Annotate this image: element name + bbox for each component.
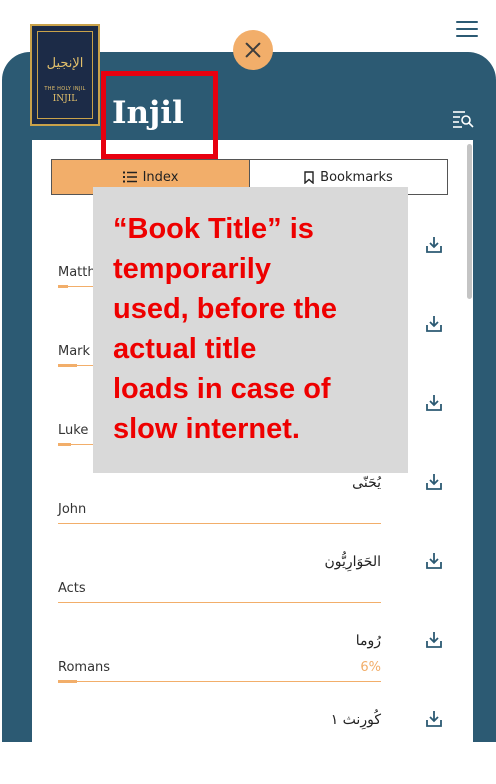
download-icon[interactable] (424, 235, 444, 255)
book-cover-image: الإنجيل THE HOLY INJIL INJIL (30, 24, 100, 126)
chapter-item[interactable]: كُورِنث ١ (58, 711, 442, 784)
list-icon (122, 171, 137, 183)
annotation-note: “Book Title” is temporarily used, before… (93, 187, 408, 473)
close-button[interactable] (233, 30, 273, 70)
annotation-line: used, before the (113, 293, 337, 325)
download-icon[interactable] (424, 472, 444, 492)
bookmark-icon (304, 170, 314, 184)
cover-small-text: THE HOLY INJIL (44, 86, 86, 92)
annotation-line: slow internet. (113, 413, 300, 445)
progress-track (58, 681, 381, 682)
progress-fill (58, 680, 77, 683)
menu-icon[interactable] (456, 21, 478, 37)
download-icon[interactable] (424, 314, 444, 334)
title-highlight-box (101, 71, 218, 159)
download-icon[interactable] (424, 709, 444, 729)
chapter-name: Romans (58, 660, 111, 675)
download-icon[interactable] (424, 393, 444, 413)
scrollbar[interactable] (467, 144, 472, 299)
chapter-name: Acts (58, 581, 86, 596)
search-list-icon[interactable] (452, 110, 474, 128)
annotation-line: “Book Title” is (113, 213, 314, 245)
cover-big-text: INJIL (52, 94, 78, 104)
chapter-arabic-name: الحَوَارِيُّون (324, 554, 382, 570)
progress-fill (58, 364, 77, 367)
chapter-arabic-name: يُحَنّى (352, 475, 381, 491)
tab-index-label: Index (142, 169, 179, 185)
progress-fill (58, 443, 71, 446)
progress-track (58, 523, 381, 524)
annotation-line: actual title (113, 333, 257, 365)
download-icon[interactable] (424, 630, 444, 650)
chapter-item[interactable]: الحَوَارِيُّون Acts (58, 553, 442, 626)
annotation-line: loads in case of (113, 373, 331, 405)
chapter-arabic-name: كُورِنث ١ (330, 712, 381, 728)
chapter-percent: 6% (360, 660, 381, 675)
annotation-line: temporarily (113, 253, 271, 285)
cover-arabic-title: الإنجيل (46, 56, 84, 71)
progress-fill (58, 285, 68, 288)
chapter-arabic-name: رُوما (355, 633, 381, 649)
chapter-name: Mark (58, 344, 91, 359)
chapter-name: Luke (58, 423, 89, 438)
chapter-item[interactable]: يُحَنّى John (58, 474, 442, 547)
tab-bookmarks-label: Bookmarks (320, 169, 393, 185)
download-icon[interactable] (424, 551, 444, 571)
chapter-name: John (58, 502, 87, 517)
progress-track (58, 602, 381, 603)
chapter-item[interactable]: رُوما Romans 6% (58, 632, 442, 705)
